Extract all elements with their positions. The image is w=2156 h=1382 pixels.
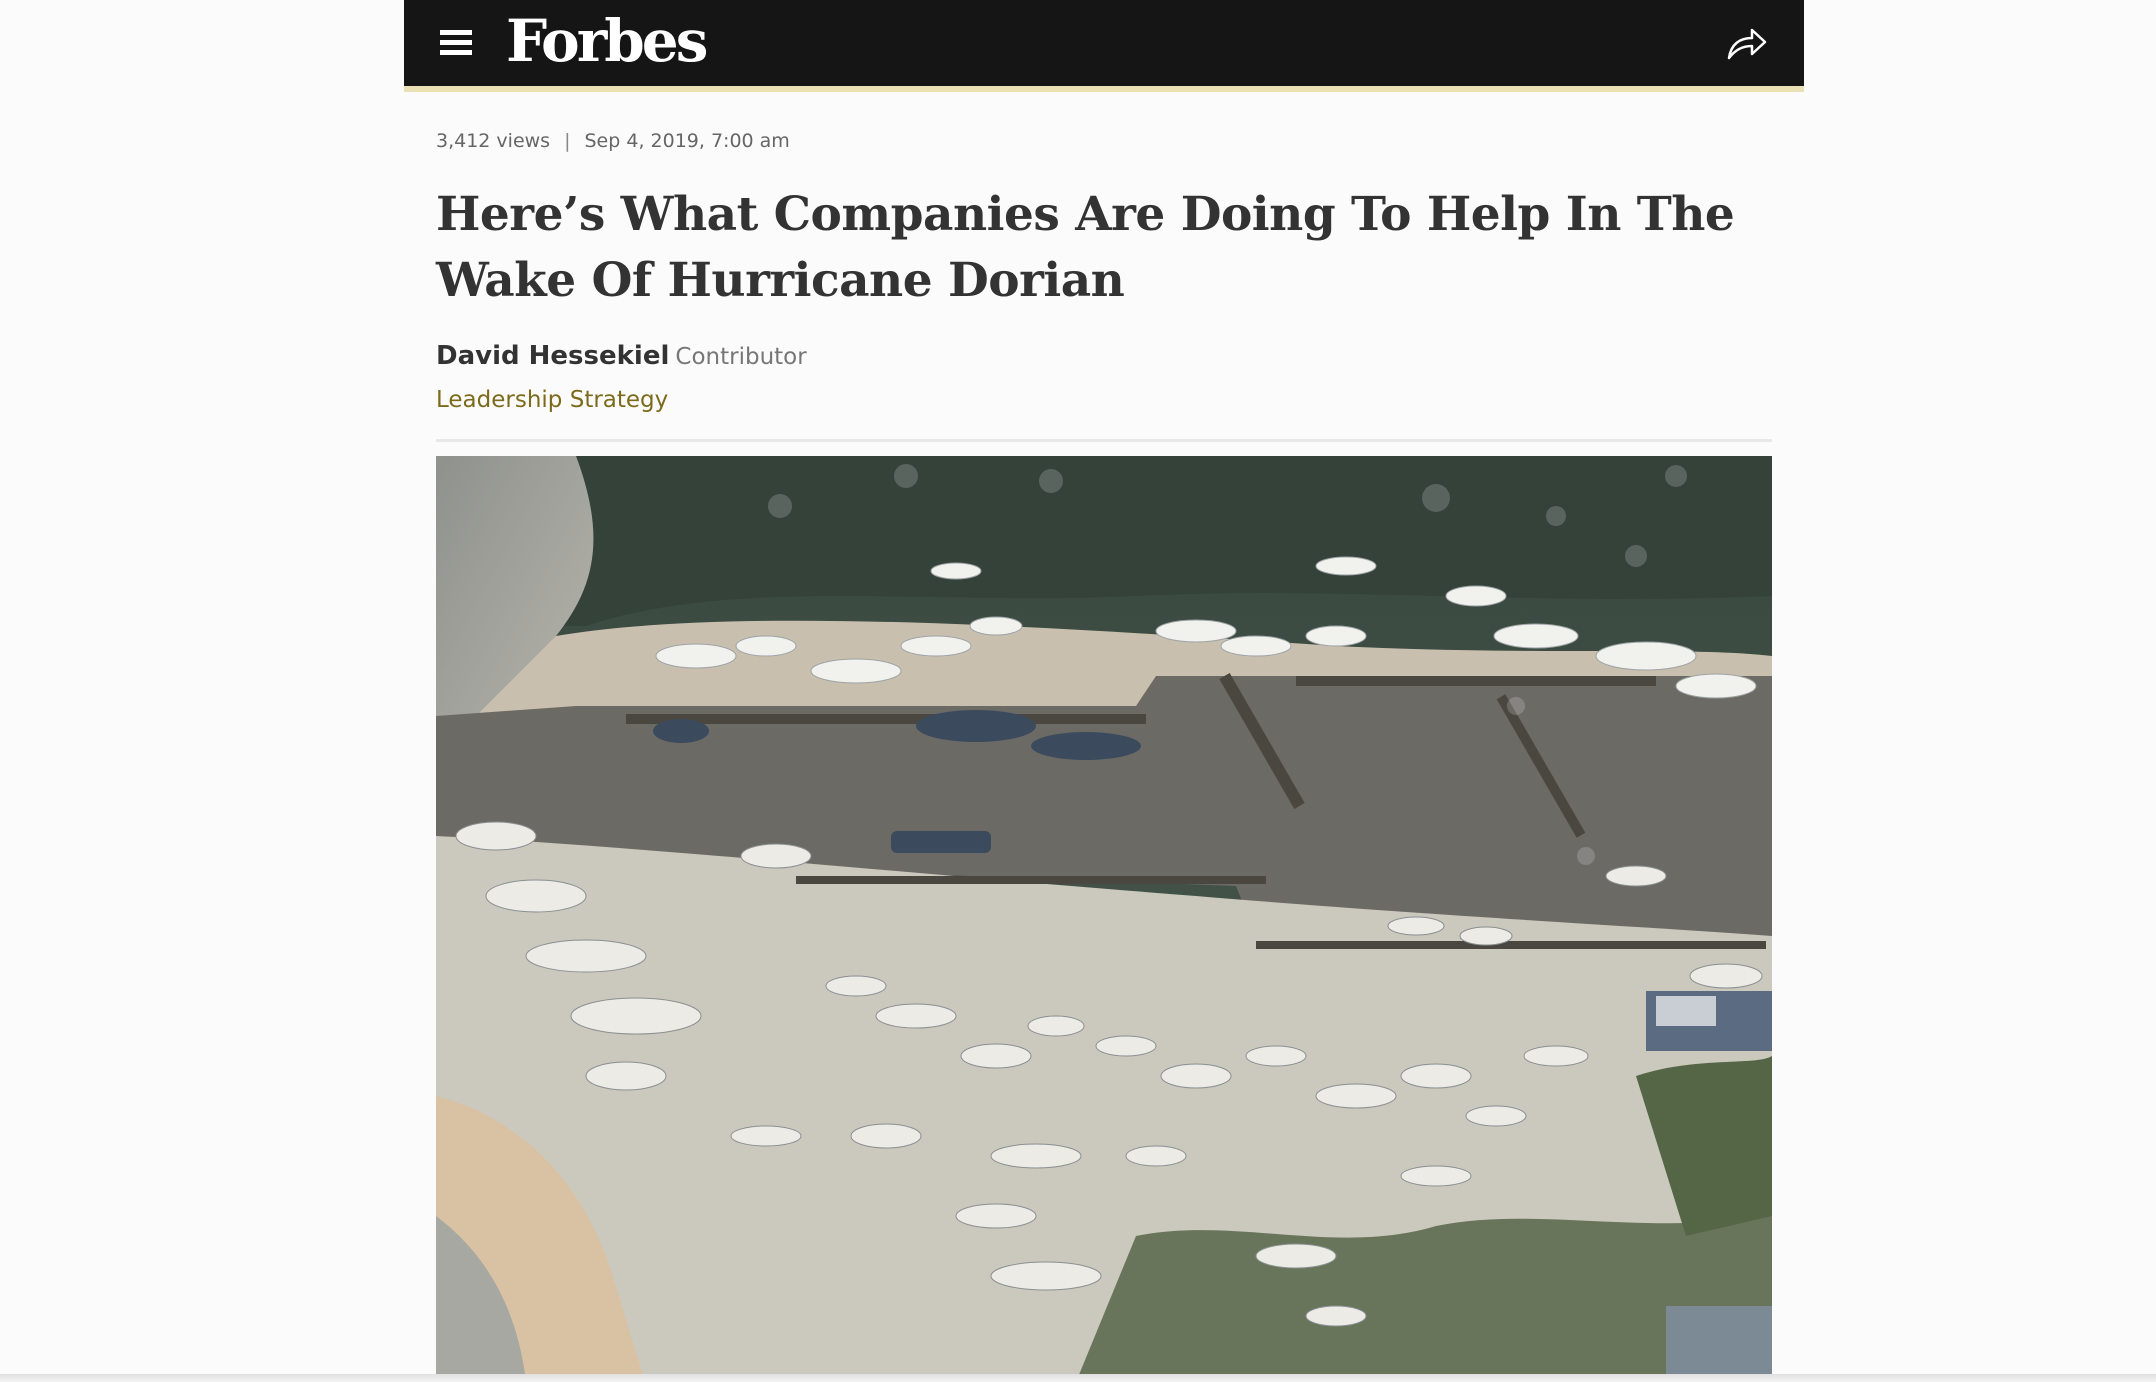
share-arrow-icon[interactable] [1726, 24, 1768, 62]
header-divider [436, 439, 1772, 442]
article-meta: 3,412 views | Sep 4, 2019, 7:00 am [436, 130, 1772, 152]
author-role: Contributor [675, 344, 807, 370]
top-navigation-bar: Forbes [404, 0, 1804, 92]
page-bottom-edge [0, 1374, 2156, 1382]
article-title: Here’s What Companies Are Doing To Help … [436, 187, 1735, 308]
hero-image [436, 456, 1772, 1382]
hamburger-menu-icon[interactable] [440, 30, 472, 56]
forbes-logo[interactable]: Forbes [506, 6, 708, 76]
article-header: 3,412 views | Sep 4, 2019, 7:00 am Here’… [436, 86, 1772, 442]
author-name-link[interactable]: David Hessekiel [436, 341, 669, 371]
meta-separator: | [564, 130, 571, 152]
byline: David Hessekiel Contributor [436, 340, 1772, 373]
channel-link[interactable]: Leadership Strategy [436, 387, 1772, 413]
hurricane-marina-photo [436, 456, 1772, 1382]
publish-date: Sep 4, 2019, 7:00 am [584, 130, 790, 152]
view-count: 3,412 views [436, 130, 551, 152]
article-page: Forbes 3,412 views | Sep 4, 2019, 7:00 a… [0, 0, 2156, 1382]
